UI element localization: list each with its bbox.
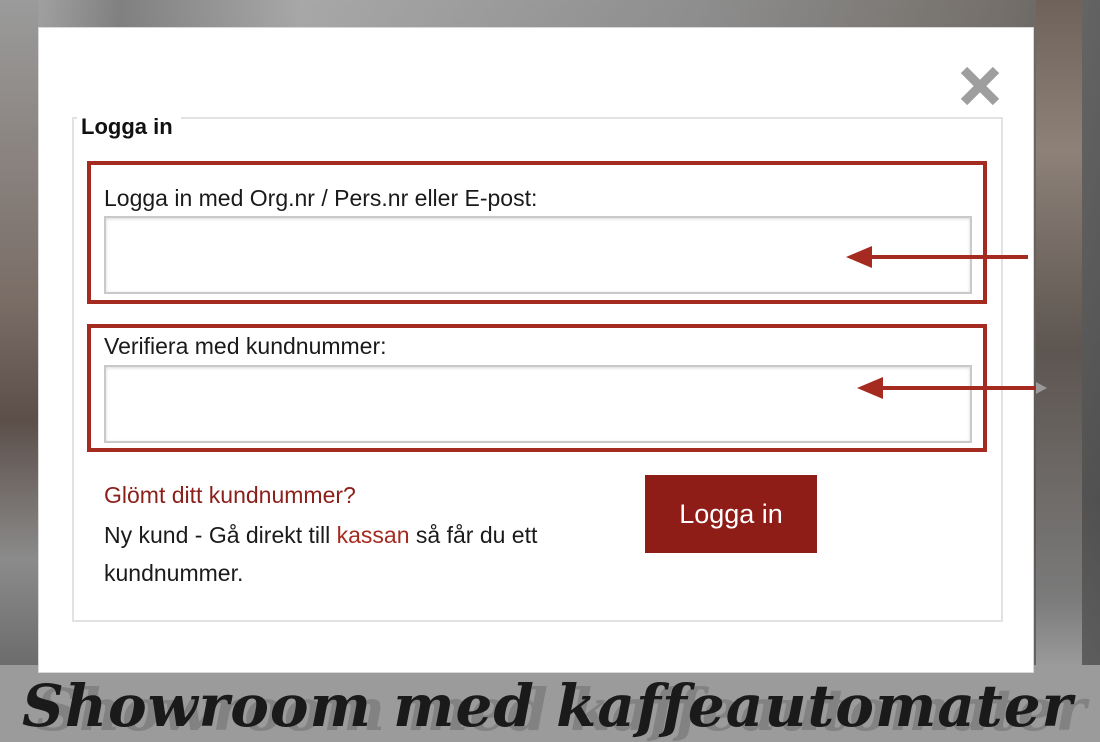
new-customer-text: Ny kund - Gå direkt till kassan så får d…: [104, 516, 574, 592]
background-photo-left: [0, 0, 38, 665]
login-modal: Logga in Logga in med Org.nr / Pers.nr e…: [38, 27, 1034, 673]
login-button[interactable]: Logga in: [645, 475, 817, 553]
new-customer-prefix: Ny kund - Gå direkt till: [104, 522, 337, 548]
annotation-arrow-icon: [846, 246, 1028, 268]
close-icon: [960, 66, 1000, 106]
forgot-customer-number-link[interactable]: Glömt ditt kundnummer?: [104, 482, 356, 509]
verify-field-label: Verifiera med kundnummer:: [104, 333, 387, 359]
login-id-input[interactable]: [104, 216, 972, 294]
annotation-arrow-icon: [857, 377, 1047, 399]
login-field-label: Logga in med Org.nr / Pers.nr eller E-po…: [104, 185, 538, 211]
background-photo-right: [1036, 0, 1082, 665]
checkout-link[interactable]: kassan: [337, 522, 410, 548]
login-title: Logga in: [77, 114, 181, 140]
showroom-banner-text: Showroom med kaffeautomater: [22, 672, 1074, 740]
close-button[interactable]: [958, 64, 1002, 108]
customer-number-input[interactable]: [104, 365, 972, 443]
